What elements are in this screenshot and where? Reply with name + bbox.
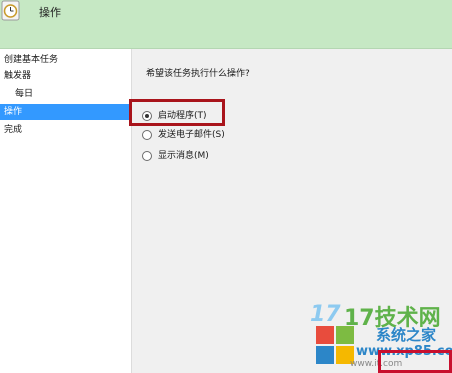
radio-display-message[interactable]: [142, 151, 152, 161]
watermark-highlight-box: [378, 350, 452, 373]
wizard-header: 操作: [0, 0, 452, 49]
option-display-message-label: 显示消息(M): [158, 151, 209, 161]
wizard-step-list: 创建基本任务 触发器 每日 操作 完成: [0, 49, 132, 373]
windows-logo-icon: [316, 326, 354, 364]
nav-item-action[interactable]: 操作: [0, 104, 129, 120]
watermark-site: 系统之家: [376, 326, 437, 344]
option-send-email-label: 发送电子邮件(S): [158, 130, 225, 140]
site-watermark: 17 17技术网 系统之家 www.xp85.com www.it.com: [304, 296, 452, 373]
option-send-email[interactable]: 发送电子邮件(S): [142, 127, 225, 143]
nav-item-create-basic-task[interactable]: 创建基本任务: [0, 52, 129, 68]
nav-item-finish[interactable]: 完成: [0, 122, 129, 138]
watermark-number: 17: [310, 302, 341, 327]
option-start-program[interactable]: 启动程序(T): [142, 108, 207, 124]
action-question: 希望该任务执行什么操作?: [146, 69, 250, 79]
radio-start-program[interactable]: [142, 111, 152, 121]
option-display-message[interactable]: 显示消息(M): [142, 148, 209, 164]
page-title: 操作: [39, 6, 61, 19]
task-scheduler-icon: [0, 0, 22, 22]
radio-send-email[interactable]: [142, 130, 152, 140]
nav-item-trigger[interactable]: 触发器: [0, 68, 129, 84]
option-start-program-label: 启动程序(T): [158, 111, 207, 121]
nav-item-daily[interactable]: 每日: [0, 86, 129, 102]
